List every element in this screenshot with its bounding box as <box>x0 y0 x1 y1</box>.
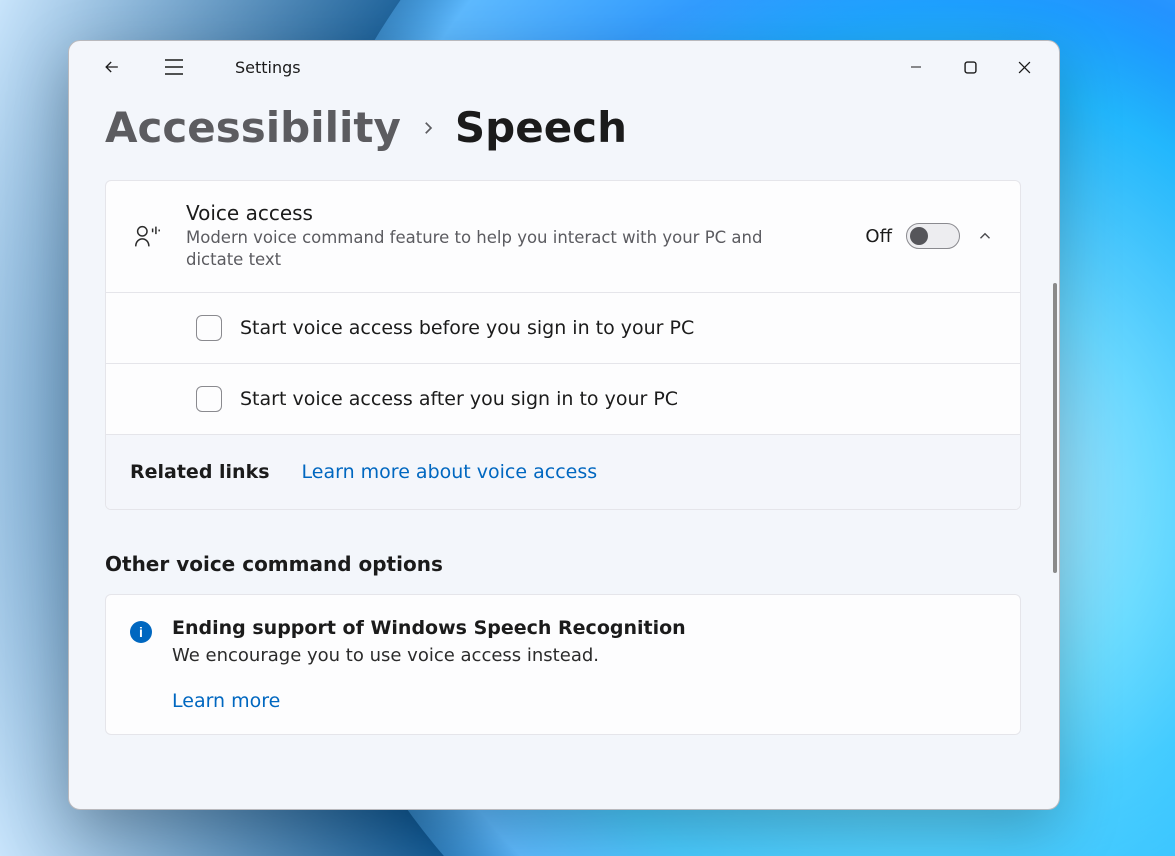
voice-access-title: Voice access <box>186 201 843 225</box>
settings-window: Settings Accessibility Speech <box>68 40 1060 810</box>
chevron-right-icon <box>419 119 437 137</box>
breadcrumb: Accessibility Speech <box>105 103 1035 152</box>
voice-access-text: Voice access Modern voice command featur… <box>186 201 843 272</box>
arrow-left-icon <box>102 57 122 77</box>
hamburger-icon <box>164 59 184 75</box>
nav-menu-button[interactable] <box>155 48 193 86</box>
voice-access-icon <box>130 221 164 251</box>
app-title: Settings <box>235 58 301 77</box>
checkbox-before-signin-label: Start voice access before you sign in to… <box>240 317 694 339</box>
close-icon <box>1018 61 1031 74</box>
checkbox-after-signin[interactable] <box>196 386 222 412</box>
voice-access-card: Voice access Modern voice command featur… <box>105 180 1021 510</box>
other-options-heading: Other voice command options <box>105 552 1035 576</box>
voice-access-header-row[interactable]: Voice access Modern voice command featur… <box>106 181 1020 293</box>
related-links-row: Related links Learn more about voice acc… <box>106 435 1020 509</box>
window-controls <box>889 47 1051 87</box>
info-icon: i <box>130 621 152 643</box>
maximize-button[interactable] <box>943 47 997 87</box>
wsr-deprecation-body: Ending support of Windows Speech Recogni… <box>172 617 686 712</box>
wsr-deprecation-card: i Ending support of Windows Speech Recog… <box>105 594 1021 735</box>
wsr-deprecation-title: Ending support of Windows Speech Recogni… <box>172 617 686 639</box>
expand-collapse-button[interactable] <box>974 225 996 247</box>
wsr-learn-more-link[interactable]: Learn more <box>172 690 280 712</box>
content-area: Accessibility Speech Voice access Modern… <box>69 93 1059 809</box>
titlebar-left: Settings <box>93 48 301 86</box>
voice-access-controls: Off <box>865 223 996 249</box>
option-after-signin[interactable]: Start voice access after you sign in to … <box>106 364 1020 435</box>
checkbox-after-signin-label: Start voice access after you sign in to … <box>240 388 678 410</box>
minimize-icon <box>910 61 922 73</box>
maximize-icon <box>964 61 977 74</box>
toggle-knob <box>910 227 928 245</box>
minimize-button[interactable] <box>889 47 943 87</box>
voice-access-state: Off <box>865 226 892 247</box>
breadcrumb-current: Speech <box>455 103 627 152</box>
wsr-deprecation-text: We encourage you to use voice access ins… <box>172 645 686 666</box>
chevron-up-icon <box>976 227 994 245</box>
voice-access-toggle[interactable] <box>906 223 960 249</box>
option-before-signin[interactable]: Start voice access before you sign in to… <box>106 293 1020 364</box>
scrollbar-thumb[interactable] <box>1053 283 1057 573</box>
learn-more-voice-access-link[interactable]: Learn more about voice access <box>302 461 598 483</box>
voice-access-description: Modern voice command feature to help you… <box>186 227 776 272</box>
titlebar: Settings <box>69 41 1059 93</box>
close-button[interactable] <box>997 47 1051 87</box>
breadcrumb-parent[interactable]: Accessibility <box>105 103 401 152</box>
checkbox-before-signin[interactable] <box>196 315 222 341</box>
back-button[interactable] <box>93 48 131 86</box>
related-links-heading: Related links <box>130 461 270 483</box>
